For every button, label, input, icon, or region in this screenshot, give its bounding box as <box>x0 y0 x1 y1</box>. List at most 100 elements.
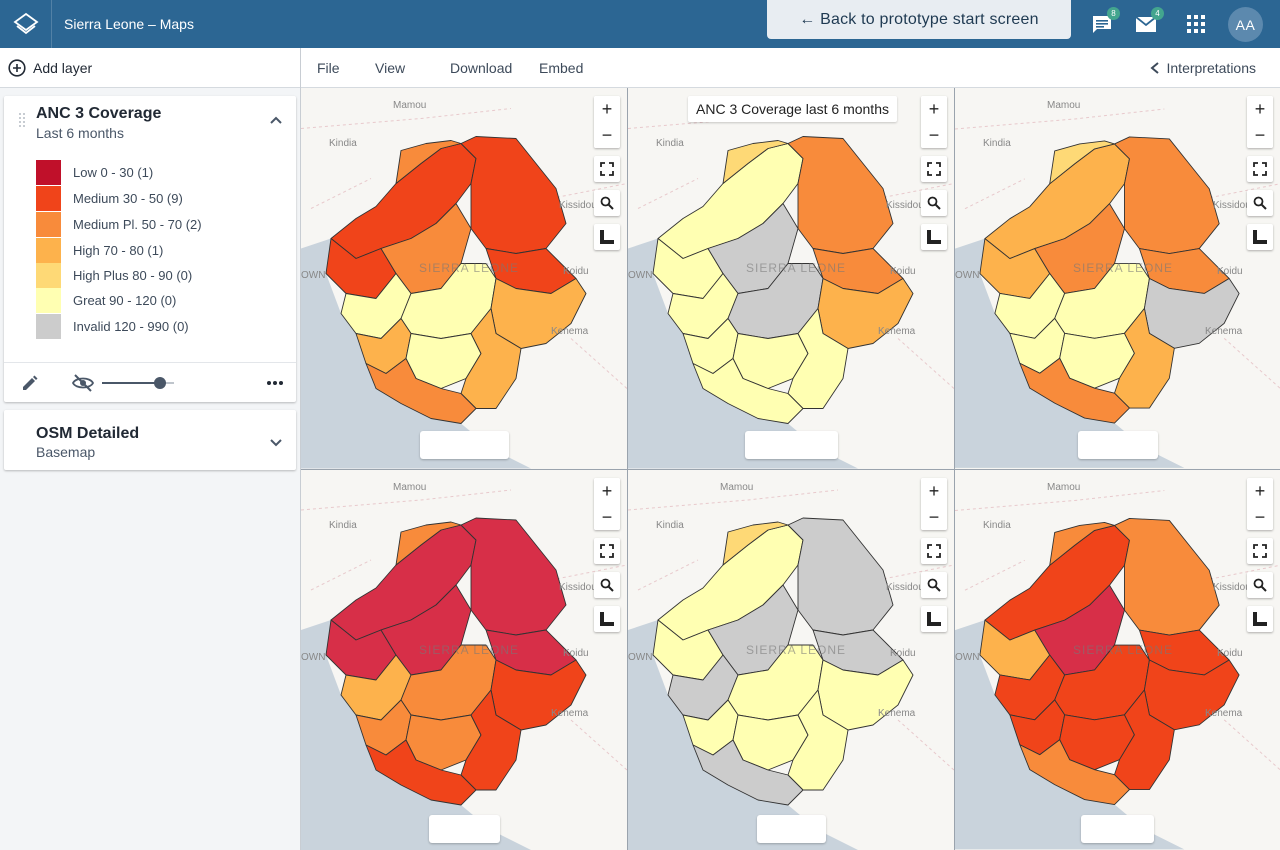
back-to-start-button[interactable]: ← Back to prototype start screen <box>767 0 1071 39</box>
zoom-in-button[interactable]: + <box>594 96 620 122</box>
zoom-in-button[interactable]: + <box>921 478 947 504</box>
zoom-out-button[interactable]: − <box>594 504 620 530</box>
district-region[interactable] <box>787 136 894 254</box>
road-line <box>897 719 954 771</box>
measure-button[interactable] <box>921 606 947 632</box>
place-label: Koidu <box>1217 648 1243 659</box>
add-layer-button[interactable]: Add layer <box>0 48 300 88</box>
chevron-up-icon[interactable] <box>268 113 284 129</box>
district-region[interactable] <box>460 136 567 254</box>
road-line <box>955 490 1165 511</box>
app-logo[interactable] <box>0 0 52 48</box>
minus-icon: − <box>1254 124 1266 145</box>
download-menu[interactable]: Download <box>450 60 512 76</box>
district-region[interactable] <box>460 517 567 636</box>
map-panel[interactable]: MamouKindiaKissidougouKoiduKenemaSIERRA … <box>628 470 954 850</box>
plus-icon: + <box>1254 480 1266 501</box>
more-options-icon[interactable] <box>266 380 284 386</box>
view-menu[interactable]: View <box>375 60 405 76</box>
apps-button[interactable] <box>1182 10 1210 38</box>
legend-item: High 70 - 80 (1) <box>36 237 202 263</box>
measure-button[interactable] <box>594 606 620 632</box>
top-header: Sierra Leone – Maps ← Back to prototype … <box>0 0 1280 48</box>
ruler-icon <box>1253 612 1267 626</box>
fullscreen-icon <box>927 162 941 176</box>
search-icon <box>1253 578 1267 592</box>
road-line <box>301 489 512 511</box>
district-region[interactable] <box>1114 517 1220 636</box>
minus-icon: − <box>1254 506 1266 527</box>
map-panel[interactable]: MamouKindiaKissidougouKoiduKenemaSIERRA … <box>955 88 1280 469</box>
search-button[interactable] <box>594 190 620 216</box>
map-controls: + − <box>921 478 947 632</box>
fullscreen-button[interactable] <box>1247 156 1273 182</box>
zoom-out-button[interactable]: − <box>921 122 947 148</box>
edit-pencil-icon[interactable] <box>20 373 40 393</box>
fullscreen-icon <box>927 544 941 558</box>
legend-swatch <box>36 313 61 339</box>
map-panel[interactable]: MamouKindiaKissidougouKoiduKenemaSIERRA … <box>628 88 954 469</box>
zoom-in-button[interactable]: + <box>594 478 620 504</box>
district-region[interactable] <box>1114 136 1220 255</box>
map-panel[interactable]: MamouKindiaKissidougouKoiduKenemaSIERRA … <box>955 470 1280 850</box>
app-title: Sierra Leone – Maps <box>64 16 194 32</box>
search-button[interactable] <box>1247 572 1273 598</box>
user-avatar[interactable]: AA <box>1228 7 1263 42</box>
search-button[interactable] <box>594 572 620 598</box>
apps-grid-icon <box>1187 15 1205 33</box>
zoom-out-button[interactable]: − <box>594 122 620 148</box>
road-line <box>637 559 699 591</box>
zoom-in-button[interactable]: + <box>1247 478 1273 504</box>
place-label: SIERRA LEONE <box>1073 261 1174 275</box>
road-line <box>301 108 512 129</box>
period-label-chip <box>757 815 826 843</box>
messages-button[interactable]: 8 <box>1088 7 1120 38</box>
opacity-slider[interactable] <box>102 377 174 389</box>
zoom-out-button[interactable]: − <box>921 504 947 530</box>
file-menu[interactable]: File <box>317 60 340 76</box>
search-icon <box>927 196 941 210</box>
fullscreen-button[interactable] <box>921 156 947 182</box>
place-label: Koidu <box>563 648 589 659</box>
measure-button[interactable] <box>1247 606 1273 632</box>
drag-handle-icon[interactable] <box>18 112 26 128</box>
legend-label: Medium Pl. 50 - 70 (2) <box>73 216 202 232</box>
zoom-out-button[interactable]: − <box>1247 504 1273 530</box>
fullscreen-button[interactable] <box>594 538 620 564</box>
measure-button[interactable] <box>921 224 947 250</box>
chevron-down-icon[interactable] <box>268 434 284 450</box>
legend-label: Low 0 - 30 (1) <box>73 164 154 180</box>
map-controls: + − <box>594 96 620 250</box>
mail-button[interactable]: 4 <box>1132 7 1164 38</box>
search-button[interactable] <box>921 572 947 598</box>
interpretations-toggle[interactable]: Interpretations <box>1149 60 1256 76</box>
legend-swatch <box>36 287 61 313</box>
map-panel[interactable]: MamouKindiaKissidougouKoiduKenemaSIERRA … <box>301 88 627 469</box>
road-line <box>1223 337 1280 389</box>
fullscreen-button[interactable] <box>594 156 620 182</box>
map-panel[interactable]: MamouKindiaKissidougouKoiduKenemaSIERRA … <box>301 470 627 850</box>
opacity-slider-knob[interactable] <box>154 377 166 389</box>
measure-button[interactable] <box>1247 224 1273 250</box>
measure-button[interactable] <box>594 224 620 250</box>
place-label: Kenema <box>551 708 589 719</box>
place-label: OWN <box>628 652 653 663</box>
district-region[interactable] <box>787 517 894 636</box>
road-line <box>955 108 1165 130</box>
zoom-out-button[interactable]: − <box>1247 122 1273 148</box>
embed-menu[interactable]: Embed <box>539 60 583 76</box>
layer-subtitle: Last 6 months <box>36 125 124 141</box>
fullscreen-button[interactable] <box>921 538 947 564</box>
search-button[interactable] <box>921 190 947 216</box>
legend-item: Invalid 120 - 990 (0) <box>36 313 202 339</box>
place-label: Mamou <box>393 100 427 111</box>
zoom-in-button[interactable]: + <box>921 96 947 122</box>
zoom-in-button[interactable]: + <box>1247 96 1273 122</box>
legend: Low 0 - 30 (1) Medium 30 - 50 (9) Medium… <box>36 159 202 339</box>
plus-icon: + <box>1254 98 1266 119</box>
search-button[interactable] <box>1247 190 1273 216</box>
road-line <box>310 559 372 591</box>
fullscreen-button[interactable] <box>1247 538 1273 564</box>
visibility-off-icon[interactable] <box>72 373 94 393</box>
legend-swatch <box>36 237 61 263</box>
